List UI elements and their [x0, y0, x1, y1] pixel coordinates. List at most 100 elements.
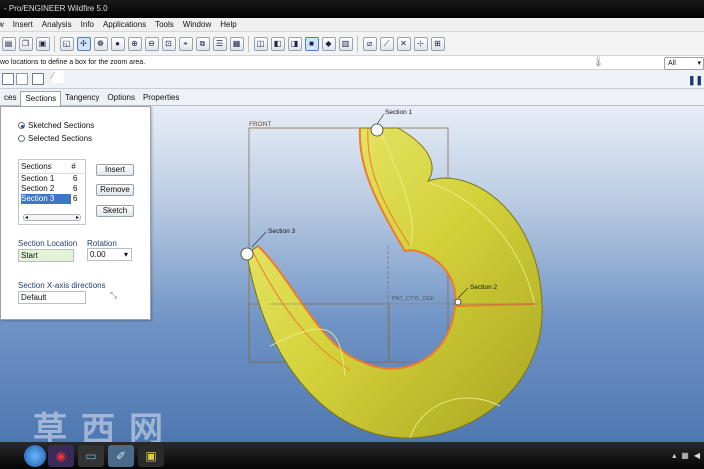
column-header-sections: Sections — [21, 162, 52, 171]
sections-list[interactable]: Sections # Section 1 6 Section 2 6 Secti… — [18, 159, 86, 225]
paste-icon[interactable]: ▣ — [35, 36, 50, 51]
start-button-icon[interactable] — [24, 444, 46, 467]
sketch-button[interactable]: Sketch — [96, 205, 134, 217]
spin-center-icon[interactable]: ✢ — [76, 36, 91, 51]
flip-direction-icon[interactable]: ⤡ — [110, 290, 120, 300]
saved-views-icon[interactable]: ⧉ — [195, 36, 210, 51]
menu-tools[interactable]: Tools — [155, 20, 174, 29]
section-name: Section 3 — [21, 194, 71, 204]
rotation-label: Rotation — [87, 239, 117, 248]
copy-icon[interactable]: ❐ — [18, 36, 33, 51]
window-title: - Pro/ENGINEER Wildfire 5.0 — [4, 4, 108, 13]
curve-label: PNT_CTYL_DEF — [392, 296, 435, 302]
network-icon[interactable]: ▦ — [681, 451, 689, 460]
coordinate-system-icon[interactable]: ⊹ — [413, 36, 428, 51]
tray-arrow-icon[interactable]: ▴ — [672, 451, 676, 460]
shading-icon[interactable]: ■ — [304, 36, 319, 51]
toolbar-divider — [248, 35, 249, 52]
xaxis-value: Default — [21, 293, 47, 302]
menu-window[interactable]: Window — [183, 20, 211, 29]
tab-sections[interactable]: Sections — [20, 91, 62, 106]
toolbar-divider — [357, 35, 358, 52]
datum-axes-icon[interactable]: ⟋ — [379, 36, 394, 51]
refit-icon[interactable]: ⊡ — [161, 36, 176, 51]
xaxis-direction-field[interactable]: Default — [18, 291, 86, 304]
list-item-selected[interactable]: Section 3 6 — [19, 194, 85, 204]
view-manager-icon[interactable]: ▦ — [229, 36, 244, 51]
radio-sketched-sections[interactable]: Sketched Sections — [18, 121, 94, 130]
xaxis-label: Section X-axis directions — [18, 281, 106, 290]
explorer-icon[interactable]: ▭ — [78, 444, 104, 467]
radio-label: Sketched Sections — [28, 121, 95, 130]
volume-icon[interactable]: ◀ — [694, 451, 700, 460]
sections-panel: Sketched Sections Selected Sections Sect… — [0, 106, 151, 320]
display-style-icon[interactable]: ● — [110, 36, 125, 51]
radio-selected-sections[interactable]: Selected Sections — [18, 134, 92, 143]
menu-analysis[interactable]: Analysis — [42, 20, 72, 29]
section-location-label: Section Location — [18, 239, 78, 248]
orient-mode-icon[interactable]: ❁ — [93, 36, 108, 51]
annotations-icon[interactable]: ⊞ — [430, 36, 445, 51]
radio-button[interactable] — [18, 135, 25, 142]
horizontal-scrollbar[interactable]: ◂ ▸ — [23, 214, 81, 221]
zoom-in-icon[interactable]: ⊕ — [127, 36, 142, 51]
section-count: 6 — [73, 194, 78, 203]
leader-line — [251, 231, 267, 248]
selection-filter-value: All — [668, 60, 676, 67]
dashboard-tabs: ces Sections Tangency Options Properties — [0, 89, 704, 106]
datum-points-icon[interactable]: ✕ — [396, 36, 411, 51]
pause-icon[interactable]: ❚❚ — [688, 75, 703, 85]
scroll-right-icon[interactable]: ▸ — [76, 214, 79, 221]
hook-body[interactable] — [246, 127, 543, 439]
radio-button[interactable] — [18, 122, 25, 129]
section-count: 6 — [73, 174, 78, 183]
tab-tangency[interactable]: Tangency — [61, 91, 103, 105]
zoom-out-icon[interactable]: ⊖ — [144, 36, 159, 51]
menu-help[interactable]: Help — [220, 20, 236, 29]
thin-icon[interactable] — [32, 73, 44, 85]
section-location-value: Start — [21, 251, 38, 260]
hidden-line-icon[interactable]: ◧ — [270, 36, 285, 51]
menu-bar: w Insert Analysis Info Applications Tool… — [0, 18, 704, 32]
reorient-icon[interactable]: ⌖ — [178, 36, 193, 51]
layers-icon[interactable]: ☰ — [212, 36, 227, 51]
section2-label: Section 2 — [470, 284, 497, 291]
no-hidden-icon[interactable]: ◨ — [287, 36, 302, 51]
menu-applications[interactable]: Applications — [103, 20, 146, 29]
insert-button[interactable]: Insert — [96, 164, 134, 176]
title-bar: - Pro/ENGINEER Wildfire 5.0 — [0, 0, 704, 18]
wireframe-icon[interactable]: ◫ — [253, 36, 268, 51]
list-item[interactable]: Section 1 6 — [19, 174, 85, 184]
menu-view[interactable]: w — [0, 20, 4, 29]
folder-icon[interactable]: ▣ — [138, 444, 164, 467]
section1-marker[interactable] — [370, 123, 384, 137]
scene-icon[interactable]: ▥ — [338, 36, 353, 51]
menu-insert[interactable]: Insert — [13, 20, 33, 29]
scroll-left-icon[interactable]: ◂ — [25, 214, 28, 221]
enhanced-realism-icon[interactable]: ◆ — [321, 36, 336, 51]
section3-marker[interactable] — [240, 247, 254, 261]
browser-icon[interactable]: ◉ — [48, 444, 74, 467]
datum-planes-icon[interactable]: ⧄ — [362, 36, 377, 51]
sections-list-header: Sections # — [19, 160, 85, 174]
tab-references[interactable]: ces — [0, 91, 20, 105]
remove-button[interactable]: Remove — [96, 184, 134, 196]
proe-taskbar-icon[interactable]: ✐ — [108, 444, 134, 467]
rotation-field[interactable]: 0.00 — [87, 248, 132, 261]
tab-properties[interactable]: Properties — [139, 91, 183, 105]
main-toolbar: ▤ ❐ ▣ ◱ ✢ ❁ ● ⊕ ⊖ ⊡ ⌖ ⧉ ☰ ▦ ◫ ◧ ◨ ■ ◆ ▥ … — [0, 32, 704, 56]
menu-info[interactable]: Info — [81, 20, 94, 29]
section2-marker[interactable] — [454, 298, 462, 306]
surface-icon[interactable] — [16, 73, 28, 85]
list-item[interactable]: Section 2 6 — [19, 184, 85, 194]
selection-filter[interactable]: All — [664, 57, 704, 70]
rotation-value: 0.00 — [90, 250, 106, 259]
radio-label: Selected Sections — [28, 134, 93, 143]
solid-icon[interactable] — [2, 73, 14, 85]
section3-label: Section 3 — [268, 228, 295, 235]
cut-icon[interactable]: ⁄ — [52, 71, 64, 83]
tab-options[interactable]: Options — [103, 91, 139, 105]
section-location-field[interactable]: Start — [18, 249, 74, 262]
print-icon[interactable]: ▤ — [1, 36, 16, 51]
repaint-icon[interactable]: ◱ — [59, 36, 74, 51]
